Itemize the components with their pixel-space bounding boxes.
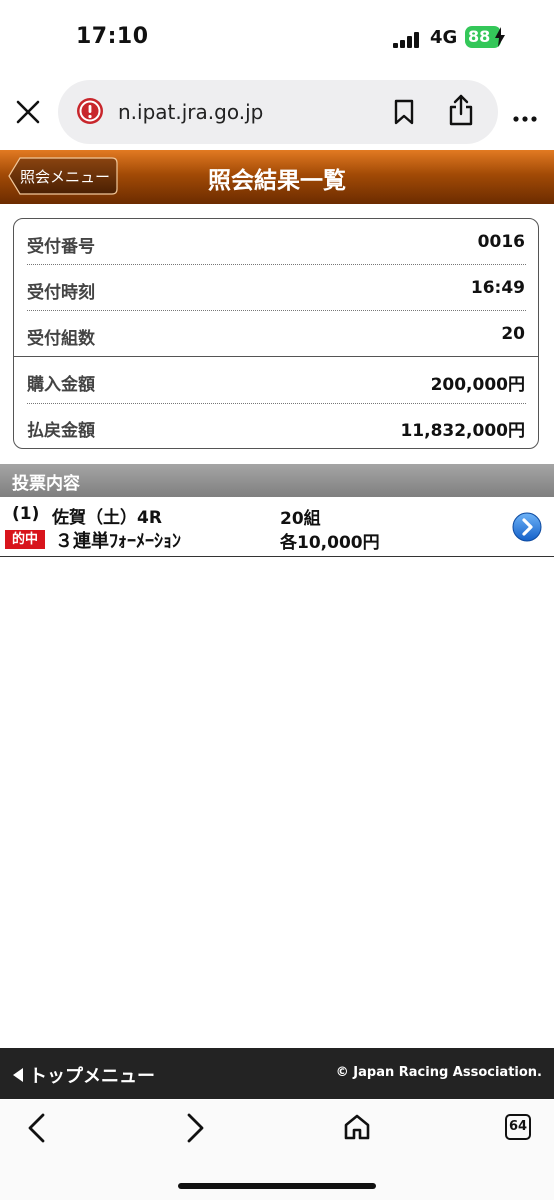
cellular-signal-icon — [393, 32, 423, 52]
section-divider — [14, 356, 538, 357]
row-divider — [27, 264, 526, 265]
summary-label: 購入金額 — [27, 375, 95, 395]
row-divider — [27, 310, 526, 311]
summary-label: 払戻金額 — [27, 421, 95, 441]
page-title: 照会結果一覧 — [208, 168, 346, 194]
summary-label: 受付組数 — [27, 329, 95, 349]
status-bar: 17:10 4G 88 — [0, 0, 554, 76]
summary-row-payout-amount: 払戻金額 11,832,000円 — [13, 404, 539, 448]
status-time: 17:10 — [76, 24, 149, 49]
vote-section-header — [0, 464, 554, 497]
charging-bolt-icon — [495, 27, 505, 51]
share-icon[interactable] — [447, 93, 475, 131]
section-title: 投票内容 — [12, 474, 80, 494]
bookmark-icon[interactable] — [393, 99, 415, 129]
summary-value: 0016 — [477, 232, 525, 252]
tabs-button[interactable]: 64 — [505, 1114, 531, 1140]
summary-row-reception-time: 受付時刻 16:49 — [13, 266, 539, 310]
vote-set-count: 20組 — [280, 509, 321, 529]
vote-race: 佐賀（土）4R — [52, 508, 162, 528]
forward-icon[interactable] — [184, 1112, 206, 1148]
vote-bet-type: ３連単ﾌｫｰﾒｰｼｮﾝ — [55, 531, 181, 552]
summary-label: 受付時刻 — [27, 283, 95, 303]
summary-value: 20 — [501, 324, 525, 344]
summary-value: 200,000円 — [430, 375, 525, 395]
chevron-right-icon[interactable] — [512, 512, 542, 546]
close-icon[interactable] — [14, 98, 42, 130]
summary-value: 16:49 — [470, 278, 525, 298]
summary-row-reception-number: 受付番号 0016 — [13, 220, 539, 264]
summary-value: 11,832,000円 — [400, 421, 525, 441]
back-icon[interactable] — [26, 1112, 48, 1148]
url-text[interactable]: n.ipat.jra.go.jp — [118, 100, 263, 124]
vote-amount: 各10,000円 — [280, 533, 380, 553]
vote-index: (1) — [12, 504, 40, 524]
summary-row-set-count: 受付組数 20 — [13, 312, 539, 356]
top-menu-label[interactable]: トップメニュー — [29, 1066, 155, 1087]
home-indicator — [178, 1183, 376, 1189]
triangle-left-icon — [13, 1068, 23, 1082]
summary-row-purchase-amount: 購入金額 200,000円 — [13, 358, 539, 402]
site-warning-icon[interactable] — [76, 97, 104, 129]
more-icon[interactable] — [512, 108, 538, 127]
hit-badge: 的中 — [5, 530, 45, 549]
copyright-text: © Japan Racing Association. — [335, 1065, 542, 1080]
top-menu-link[interactable]: トップメニュー — [12, 1062, 155, 1088]
summary-label: 受付番号 — [27, 237, 95, 257]
network-type: 4G — [430, 27, 458, 48]
home-icon[interactable] — [342, 1112, 372, 1146]
